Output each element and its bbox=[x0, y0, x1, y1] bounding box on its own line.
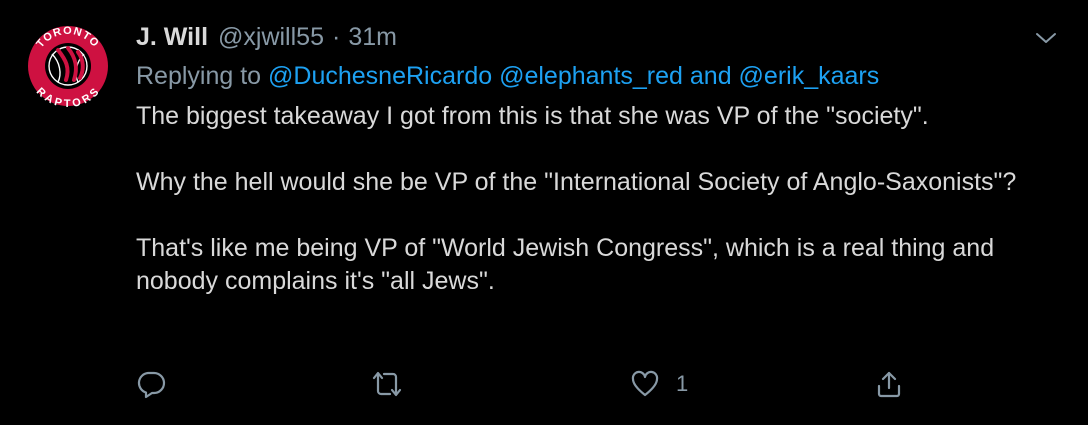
tweet-actions: 1 bbox=[136, 366, 1036, 402]
tweet-paragraph: Why the hell would she be VP of the "Int… bbox=[136, 168, 1017, 196]
display-name[interactable]: J. Will bbox=[136, 23, 208, 52]
tweet[interactable]: TORONTO RAPTORS J. Will @xjwill55 · 31m … bbox=[0, 0, 1088, 425]
mention-link[interactable]: @DuchesneRicardo bbox=[268, 62, 492, 90]
share-icon bbox=[877, 371, 901, 398]
tweet-header: J. Will @xjwill55 · 31m bbox=[136, 20, 397, 54]
replying-to: Replying to @DuchesneRicardo @elephants_… bbox=[136, 62, 879, 91]
mention-link[interactable]: @erik_kaars bbox=[739, 62, 880, 90]
reply-button[interactable] bbox=[136, 366, 166, 402]
retweet-icon bbox=[372, 371, 402, 397]
like-button[interactable]: 1 bbox=[630, 366, 688, 402]
tweet-paragraph: That's like me being VP of "World Jewish… bbox=[136, 234, 995, 295]
reply-conjunction: and bbox=[682, 62, 739, 90]
retweet-button[interactable] bbox=[370, 366, 404, 402]
timestamp[interactable]: 31m bbox=[348, 23, 397, 52]
reply-bubble-icon bbox=[137, 371, 166, 399]
tweet-text: The biggest takeaway I got from this is … bbox=[136, 100, 1066, 331]
avatar[interactable]: TORONTO RAPTORS bbox=[22, 20, 114, 112]
mention-link[interactable]: @elephants_red bbox=[499, 62, 683, 90]
user-handle[interactable]: @xjwill55 bbox=[218, 23, 324, 52]
chevron-down-icon[interactable] bbox=[1034, 26, 1058, 50]
share-button[interactable] bbox=[874, 366, 904, 402]
heart-icon bbox=[631, 370, 659, 397]
like-count: 1 bbox=[676, 371, 689, 396]
separator-dot: · bbox=[331, 22, 341, 51]
replying-to-label: Replying to bbox=[136, 62, 269, 90]
tweet-paragraph: The biggest takeaway I got from this is … bbox=[136, 102, 929, 130]
